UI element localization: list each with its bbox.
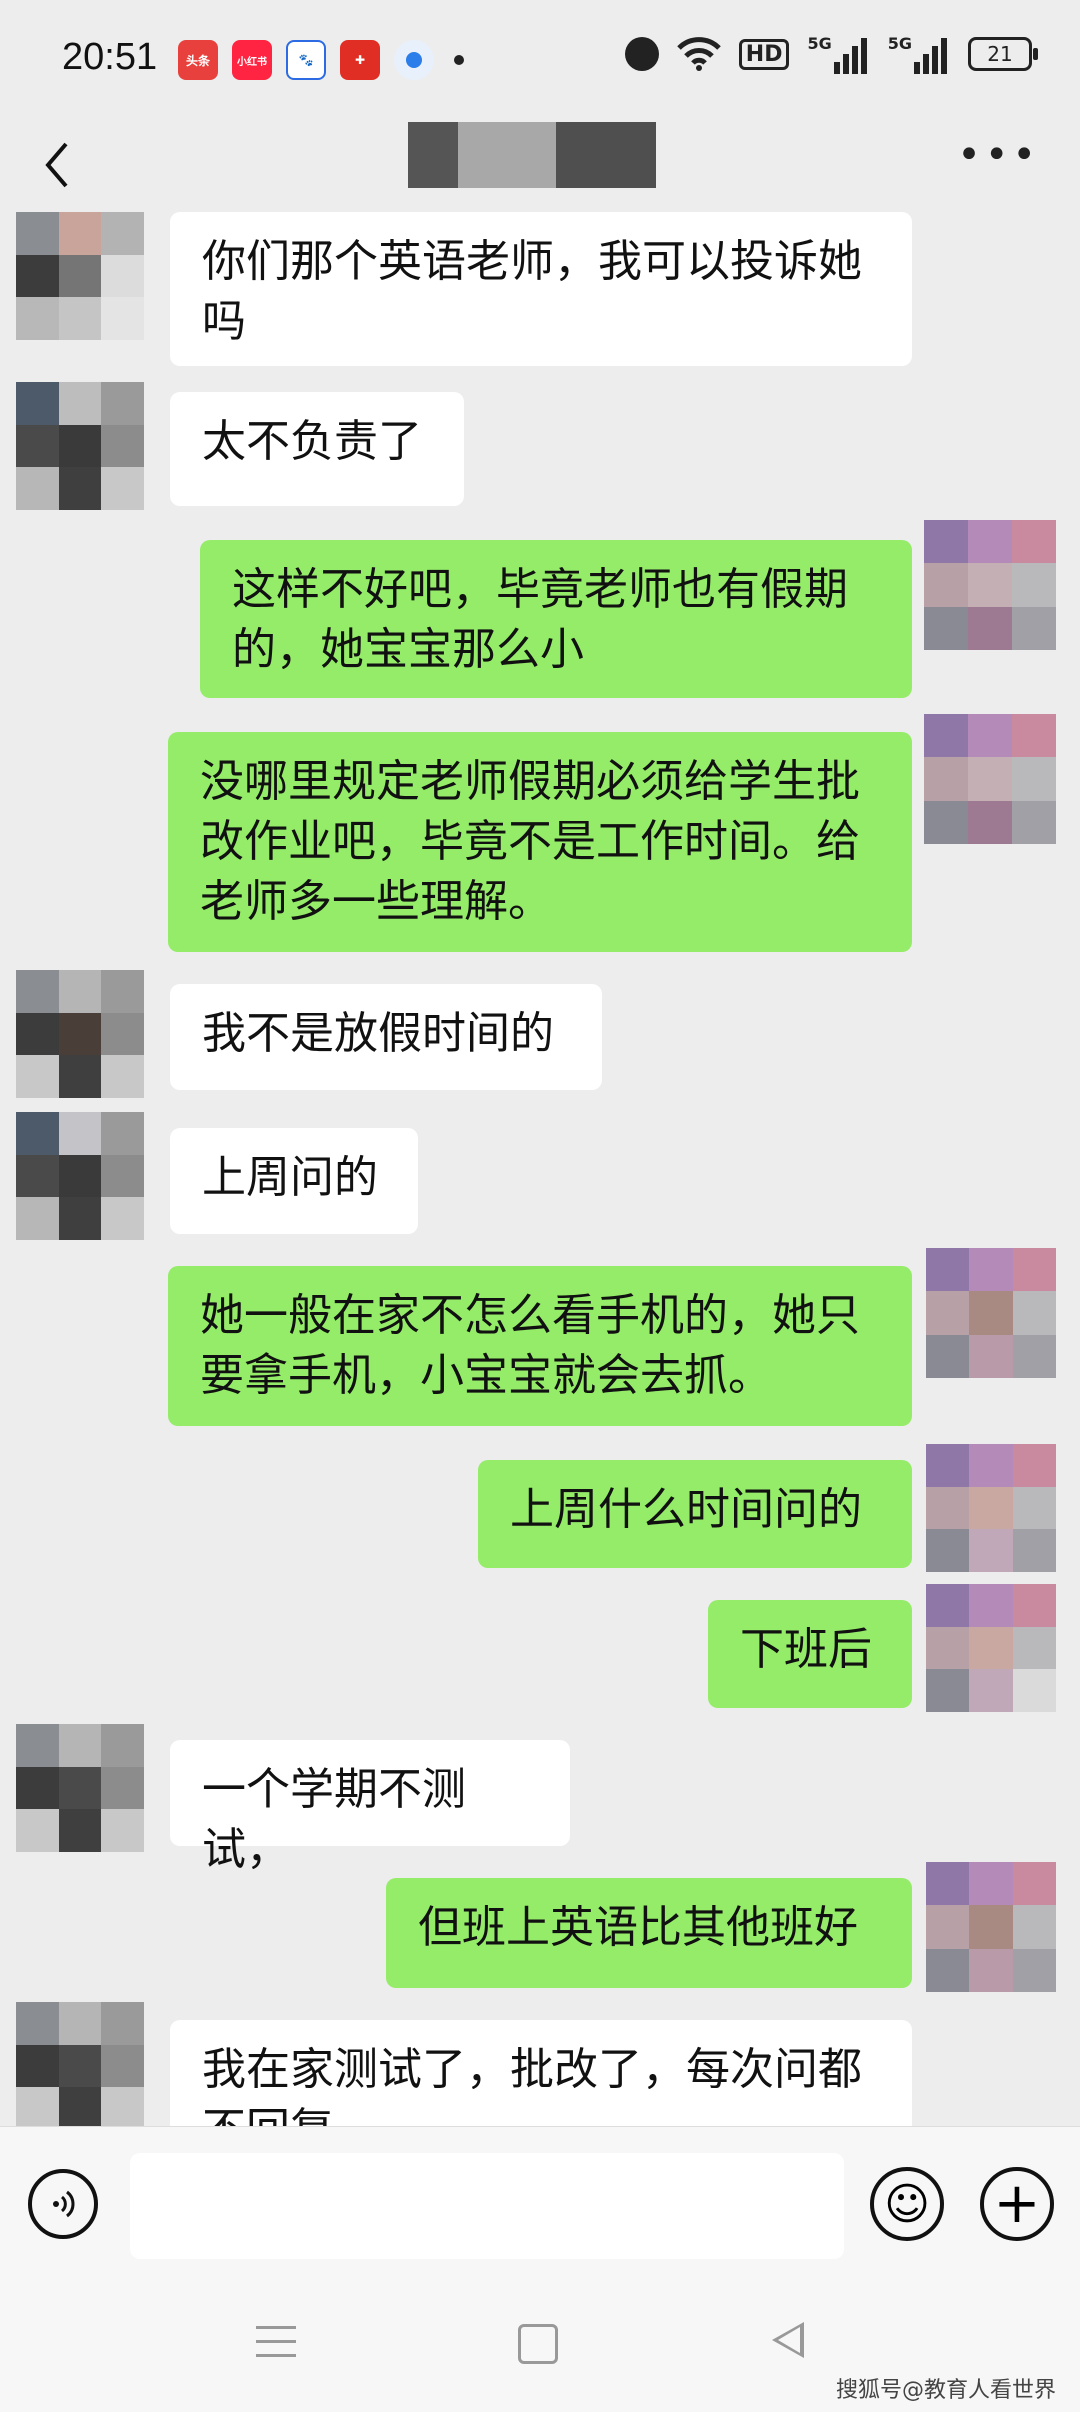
contact-avatar[interactable] <box>16 212 144 340</box>
chat-title-blurred <box>408 122 656 188</box>
pinduoduo-icon: ✚ <box>340 40 380 80</box>
circle-app-icon <box>394 40 434 80</box>
status-bar: 20:51 头条 小红书 🐾 ✚ HD 5G 5G 21 <box>0 0 1080 120</box>
message-input[interactable] <box>130 2153 844 2259</box>
message-bubble-out: 下班后 <box>708 1600 912 1708</box>
back-arrow-icon[interactable] <box>30 130 90 200</box>
message-bubble-out: 没哪里规定老师假期必须给学生批改作业吧，毕竟不是工作时间。给老师多一些理解。 <box>168 732 912 952</box>
message-bubble-out: 但班上英语比其他班好 <box>386 1878 912 1988</box>
contact-avatar[interactable] <box>16 1112 144 1240</box>
battery-icon: 21 <box>968 37 1038 71</box>
contact-avatar[interactable] <box>16 382 144 510</box>
plus-icon[interactable]: + <box>980 2167 1054 2241</box>
message-bubble-in: 一个学期不测试， <box>170 1740 570 1875</box>
alarm-icon <box>624 37 659 71</box>
contact-avatar[interactable] <box>16 1724 144 1852</box>
emoji-icon[interactable]: ☺ <box>870 2167 944 2241</box>
watermark: 搜狐号@教育人看世界 <box>835 2378 1056 2403</box>
message-bubble-in: 太不负责了 <box>170 392 464 506</box>
message-bubble-in: 我不是放假时间的 <box>170 984 602 1090</box>
wifi-icon <box>676 37 721 71</box>
home-icon[interactable] <box>518 2324 558 2364</box>
baidu-icon: 🐾 <box>286 40 326 80</box>
recent-apps-icon[interactable] <box>256 2326 296 2358</box>
contact-avatar[interactable] <box>16 970 144 1098</box>
chat-header: ••• <box>0 120 1080 210</box>
my-avatar[interactable] <box>926 1862 1056 1992</box>
my-avatar[interactable] <box>924 714 1056 844</box>
contact-avatar[interactable] <box>16 2002 144 2126</box>
my-avatar[interactable] <box>926 1584 1056 1712</box>
message-bubble-in: 你们那个英语老师，我可以投诉她吗 <box>170 212 912 366</box>
toutiao-icon: 头条 <box>178 40 218 80</box>
status-time: 20:51 <box>62 36 158 78</box>
signal-icon-1: 5G <box>807 34 869 74</box>
xiaohongshu-icon: 小红书 <box>232 40 272 80</box>
signal-icon-2: 5G <box>888 34 950 74</box>
more-options-icon[interactable]: ••• <box>957 132 1040 178</box>
input-bar: ☺ + <box>0 2126 1080 2287</box>
message-bubble-out: 上周什么时间问的 <box>478 1460 912 1568</box>
message-bubble-out: 她一般在家不怎么看手机的，她只要拿手机，小宝宝就会去抓。 <box>168 1266 912 1426</box>
voice-input-icon[interactable] <box>28 2169 98 2239</box>
my-avatar[interactable] <box>924 520 1056 650</box>
hd-icon: HD <box>738 38 790 70</box>
message-bubble-in: 上周问的 <box>170 1128 418 1234</box>
more-notifications-icon <box>454 55 464 65</box>
message-bubble-in: 我在家测试了，批改了，每次问都不回复 <box>170 2020 912 2126</box>
my-avatar[interactable] <box>926 1444 1056 1572</box>
my-avatar[interactable] <box>926 1248 1056 1378</box>
message-bubble-out: 这样不好吧，毕竟老师也有假期的，她宝宝那么小 <box>200 540 912 698</box>
notification-icons: 头条 小红书 🐾 ✚ <box>178 40 464 80</box>
system-nav-bar: 搜狐号@教育人看世界 <box>0 2286 1080 2412</box>
message-partial-row: 我在家测试了，批改了，每次问都不回复 <box>0 2000 1080 2126</box>
